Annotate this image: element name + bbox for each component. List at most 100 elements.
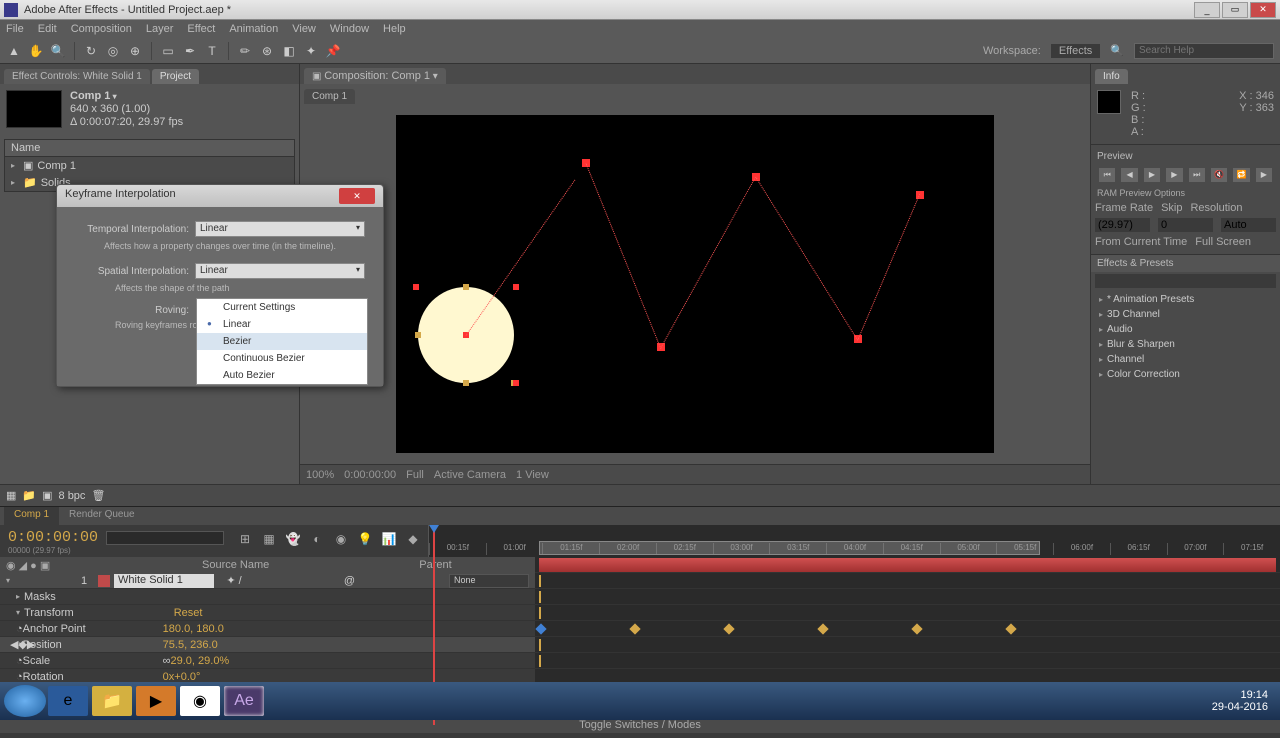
scale-property[interactable]: ◔ Scale∞ 29.0, 29.0% (0, 653, 535, 669)
prev-frame-button[interactable]: ◀ (1121, 168, 1137, 182)
start-button[interactable] (4, 685, 46, 717)
hand-tool-icon[interactable]: ✋ (28, 43, 44, 59)
resolution-field[interactable]: Auto (1221, 218, 1276, 232)
bpc-toggle[interactable]: 8 bpc (59, 490, 86, 502)
effects-category[interactable]: Color Correction (1093, 367, 1278, 382)
type-tool-icon[interactable]: T (204, 43, 220, 59)
twirl-icon[interactable]: ▾ (6, 576, 10, 585)
effects-category[interactable]: Audio (1093, 322, 1278, 337)
rotate-tool-icon[interactable]: ↻ (83, 43, 99, 59)
position-track[interactable] (535, 621, 1280, 637)
help-search-input[interactable] (1134, 43, 1274, 59)
dropdown-option-bezier[interactable]: Bezier (197, 333, 367, 350)
maximize-button[interactable]: ▭ (1222, 2, 1248, 18)
explorer-taskbar-icon[interactable]: 📁 (92, 686, 132, 716)
full-screen-checkbox[interactable]: Full Screen (1195, 236, 1251, 248)
comp-canvas[interactable] (396, 115, 994, 453)
mute-button[interactable]: 🔇 (1211, 168, 1227, 182)
position-property[interactable]: ◀◆▶◔ Position75.5, 236.0 (0, 637, 535, 653)
timeline-tab-render[interactable]: Render Queue (59, 507, 145, 525)
keyframe-marker[interactable] (513, 284, 519, 290)
parent-header[interactable]: Parent (419, 559, 451, 571)
info-panel-tab[interactable]: Info (1095, 69, 1128, 84)
eraser-tool-icon[interactable]: ◧ (281, 43, 297, 59)
toggle-switches-button[interactable]: Toggle Switches / Modes (579, 719, 701, 731)
pen-tool-icon[interactable]: ✒ (182, 43, 198, 59)
anchor-point-property[interactable]: ◔ Anchor Point180.0, 180.0 (0, 621, 535, 637)
layer-mode-icons[interactable]: ✦ / (214, 574, 254, 587)
menu-edit[interactable]: Edit (38, 23, 57, 35)
shy-icon[interactable]: 👻 (284, 532, 302, 550)
after-effects-taskbar-icon[interactable]: Ae (224, 686, 264, 716)
stopwatch-icon[interactable]: ◔ (16, 623, 23, 635)
menu-composition[interactable]: Composition (71, 23, 132, 35)
ie-taskbar-icon[interactable]: e (48, 686, 88, 716)
keyframe[interactable] (911, 623, 922, 634)
menu-view[interactable]: View (292, 23, 316, 35)
zoom-dropdown[interactable]: 100% (306, 469, 334, 481)
timeline-search-input[interactable] (106, 531, 224, 545)
auto-keyframe-icon[interactable]: ◆ (404, 532, 422, 550)
keyframe-marker[interactable] (413, 284, 419, 290)
menu-window[interactable]: Window (330, 23, 369, 35)
keyframe[interactable] (535, 623, 546, 634)
shape-handle[interactable] (463, 380, 469, 386)
effects-category[interactable]: * Animation Presets (1093, 292, 1278, 307)
camera-tool-icon[interactable]: ◎ (105, 43, 121, 59)
brush-tool-icon[interactable]: ✏ (237, 43, 253, 59)
ram-preview-button[interactable]: ▶ (1256, 168, 1272, 182)
puppet-tool-icon[interactable]: 📌 (325, 43, 341, 59)
effects-category[interactable]: Blur & Sharpen (1093, 337, 1278, 352)
keyframe[interactable] (723, 623, 734, 634)
comp-mini-flowchart-icon[interactable]: ⊞ (236, 532, 254, 550)
keyframe[interactable] (817, 623, 828, 634)
new-comp-icon[interactable]: ▣ (42, 489, 52, 502)
keyframe-marker[interactable] (513, 380, 519, 386)
motion-blur-icon[interactable]: ◉ (332, 532, 350, 550)
menu-animation[interactable]: Animation (229, 23, 278, 35)
spatial-dropdown[interactable]: Linear (195, 263, 365, 279)
graph-editor-icon[interactable]: 📊 (380, 532, 398, 550)
timeline-tab-comp[interactable]: Comp 1 (4, 507, 59, 525)
pan-behind-tool-icon[interactable]: ⊕ (127, 43, 143, 59)
dropdown-option-current[interactable]: Current Settings (197, 299, 367, 316)
last-frame-button[interactable]: ⏭ (1189, 168, 1205, 182)
effects-category[interactable]: 3D Channel (1093, 307, 1278, 322)
comp-thumbnail[interactable] (6, 90, 62, 128)
media-player-taskbar-icon[interactable]: ▶ (136, 686, 176, 716)
source-name-header[interactable]: Source Name (202, 559, 269, 571)
shape-handle[interactable] (415, 332, 421, 338)
clone-tool-icon[interactable]: ⊛ (259, 43, 275, 59)
rectangle-tool-icon[interactable]: ▭ (160, 43, 176, 59)
flowchart-tab[interactable]: Comp 1 (304, 89, 355, 104)
parent-pickwhip-icon[interactable]: @ (344, 575, 355, 587)
layer-duration-bar[interactable] (539, 558, 1276, 572)
framerate-field[interactable]: (29.97) (1095, 218, 1150, 232)
stopwatch-icon[interactable]: ◔ (16, 655, 23, 667)
transform-group[interactable]: ▾TransformReset (0, 605, 535, 621)
layer-row[interactable]: ▾ 1 White Solid 1 ✦ / @ None (0, 573, 535, 589)
next-frame-button[interactable]: ▶ (1166, 168, 1182, 182)
menu-help[interactable]: Help (383, 23, 406, 35)
new-folder-icon[interactable]: 📁 (22, 489, 36, 502)
chrome-taskbar-icon[interactable]: ◉ (180, 686, 220, 716)
loop-button[interactable]: 🔁 (1233, 168, 1249, 182)
minimize-button[interactable]: _ (1194, 2, 1220, 18)
menu-layer[interactable]: Layer (146, 23, 174, 35)
workspace-dropdown[interactable]: Effects (1051, 44, 1100, 58)
keyframe[interactable] (629, 623, 640, 634)
frame-blend-icon[interactable]: ◐ (308, 532, 326, 550)
layer-color-swatch[interactable] (98, 575, 110, 587)
dropdown-option-linear[interactable]: Linear (197, 316, 367, 333)
effects-category[interactable]: Channel (1093, 352, 1278, 367)
keyframe[interactable] (1005, 623, 1016, 634)
from-current-checkbox[interactable]: From Current Time (1095, 236, 1187, 248)
dropdown-option-continuous[interactable]: Continuous Bezier (197, 350, 367, 367)
dialog-close-button[interactable]: ✕ (339, 188, 375, 204)
first-frame-button[interactable]: ⏮ (1099, 168, 1115, 182)
composition-tab-label[interactable]: ▣ Composition: Comp 1 ▾ (304, 68, 446, 84)
stopwatch-icon[interactable]: ◔ (16, 671, 23, 683)
temporal-dropdown[interactable]: Linear (195, 221, 365, 237)
work-area-bar[interactable] (539, 541, 1040, 555)
prev-kf-icon[interactable]: ◀◆▶ (10, 638, 35, 651)
